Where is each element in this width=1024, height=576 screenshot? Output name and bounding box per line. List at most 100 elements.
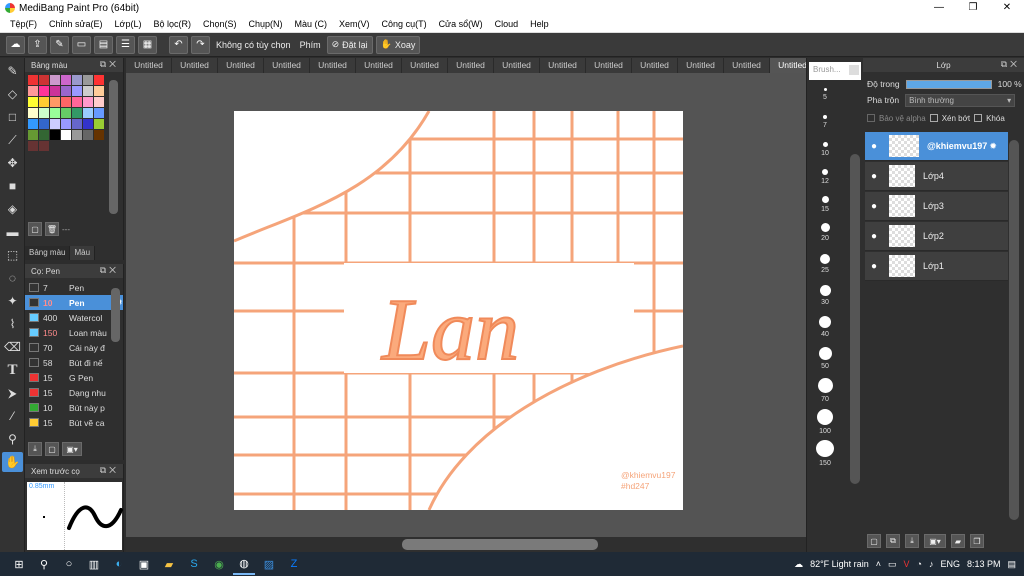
weather-icon[interactable]: ☁	[794, 559, 803, 570]
reset-button[interactable]: ⊘ Đặt lại	[326, 35, 373, 54]
brush-item[interactable]: 400 Watercol	[25, 310, 123, 325]
minimize-button[interactable]: —	[922, 0, 956, 16]
layer-scrollbar[interactable]	[1009, 140, 1019, 520]
document-tab[interactable]: Untitled	[678, 58, 724, 73]
file-explorer-icon[interactable]: ▰	[158, 553, 180, 575]
duplicate-layer-icon[interactable]: ⧉	[886, 534, 900, 548]
menu-color[interactable]: Màu (C)	[289, 19, 334, 29]
panel-controls[interactable]: ⧉✕	[1001, 59, 1020, 70]
magic-wand-tool-icon[interactable]: ✦	[2, 291, 23, 311]
layer-item[interactable]: ● Lớp2	[865, 222, 1008, 251]
color-swatch[interactable]	[28, 141, 38, 151]
protect-alpha-checkbox[interactable]	[867, 114, 875, 122]
eyedropper-tool-icon[interactable]: ⚲	[2, 429, 23, 449]
windows-start-icon[interactable]: ⊞	[8, 553, 30, 575]
delete-layer-icon[interactable]: ❐	[970, 534, 984, 548]
cortana-icon[interactable]: ○	[58, 553, 80, 575]
color-swatch[interactable]	[61, 86, 71, 96]
select-eraser-tool-icon[interactable]: ⌫	[2, 337, 23, 357]
panel-controls[interactable]: ⧉✕	[100, 465, 119, 476]
visibility-eye-icon[interactable]: ●	[865, 141, 883, 152]
color-swatch[interactable]	[83, 97, 93, 107]
bucket-tool-icon[interactable]: ◈	[2, 199, 23, 219]
text-tool-icon[interactable]: T	[2, 360, 23, 380]
brush-size-option[interactable]: 30	[807, 281, 843, 312]
color-swatch[interactable]	[28, 130, 38, 140]
chevron-up-icon[interactable]: ˄	[876, 559, 881, 569]
brush-item[interactable]: 15 Bút vẽ ca	[25, 415, 123, 430]
color-swatch[interactable]	[39, 75, 49, 85]
color-swatch[interactable]	[72, 86, 82, 96]
color-swatch[interactable]	[94, 108, 104, 118]
skype-icon[interactable]: S	[183, 553, 205, 575]
color-swatch[interactable]	[72, 108, 82, 118]
menu-layer[interactable]: Lớp(L)	[109, 19, 148, 29]
brush-size-option[interactable]: 25	[807, 250, 843, 281]
layer-item[interactable]: ● @khiemvu197 ✹	[865, 132, 1008, 161]
color-swatch[interactable]	[50, 130, 60, 140]
select-pen-tool-icon[interactable]: ⌇	[2, 314, 23, 334]
speech-bubble-icon[interactable]: ▭	[72, 35, 91, 54]
layer-item[interactable]: ● Lớp1	[865, 252, 1008, 281]
color-swatch[interactable]	[61, 130, 71, 140]
new-swatch-icon[interactable]: ▢	[28, 222, 42, 236]
language-indicator[interactable]: ENG	[940, 559, 960, 569]
brush-size-option[interactable]: 7	[807, 111, 843, 138]
layer-item[interactable]: ● Lớp4	[865, 162, 1008, 191]
layer-item[interactable]: ● Lớp3	[865, 192, 1008, 221]
brush-size-option[interactable]: 100	[807, 405, 843, 436]
brush-tool-icon[interactable]: ✎	[2, 61, 23, 81]
color-swatch[interactable]	[94, 86, 104, 96]
lock-checkbox[interactable]	[974, 114, 983, 122]
color-swatch[interactable]	[50, 86, 60, 96]
brush-item[interactable]: 15 G Pen	[25, 370, 123, 385]
color-swatch[interactable]	[94, 130, 104, 140]
brush-size-option[interactable]: 15	[807, 192, 843, 219]
grid-icon[interactable]: ▦	[138, 35, 157, 54]
zalo-icon[interactable]: Z	[283, 553, 305, 575]
color-swatch[interactable]	[39, 86, 49, 96]
operation-tool-icon[interactable]: ⮞	[2, 383, 23, 403]
brush-size-option[interactable]: 20	[807, 219, 843, 250]
color-swatch[interactable]	[28, 75, 38, 85]
fill-rect-tool-icon[interactable]: ■	[2, 176, 23, 196]
brush-size-close-icon[interactable]	[849, 65, 859, 75]
brush-size-scrollbar[interactable]	[850, 154, 860, 484]
document-tab[interactable]: Untitled	[218, 58, 264, 73]
color-swatch[interactable]	[39, 97, 49, 107]
folder-icon[interactable]: ▰	[951, 534, 965, 548]
divide-tool-icon[interactable]: ⁄	[2, 406, 23, 426]
document-tab[interactable]: Untitled	[540, 58, 586, 73]
document-tab[interactable]: Untitled	[172, 58, 218, 73]
color-swatch[interactable]	[83, 86, 93, 96]
color-swatch[interactable]	[39, 141, 49, 151]
panel-controls[interactable]: ⧉✕	[100, 59, 119, 70]
menu-select[interactable]: Chọn(S)	[197, 19, 243, 29]
color-swatch[interactable]	[39, 108, 49, 118]
menu-tools[interactable]: Công cụ(T)	[376, 19, 433, 29]
color-swatch[interactable]	[39, 130, 49, 140]
hand-tool-icon[interactable]: ✋	[2, 452, 23, 472]
document-tab[interactable]: Untitled	[724, 58, 770, 73]
brush-item[interactable]: 70 Cái này đ	[25, 340, 123, 355]
menu-edit[interactable]: Chỉnh sửa(E)	[43, 19, 109, 29]
color-swatch[interactable]	[50, 97, 60, 107]
menu-snap[interactable]: Chụp(N)	[243, 19, 289, 29]
color-swatch[interactable]	[83, 75, 93, 85]
menu-window[interactable]: Cửa sổ(W)	[433, 19, 489, 29]
comment-icon[interactable]: ✎	[50, 35, 69, 54]
blend-mode-select[interactable]: Bình thường ▾	[905, 93, 1016, 107]
clipping-checkbox[interactable]	[929, 114, 938, 122]
color-swatch[interactable]	[28, 119, 38, 129]
new-layer-icon[interactable]: ▢	[867, 534, 881, 548]
color-swatch[interactable]	[83, 119, 93, 129]
clock[interactable]: 8:13 PM	[967, 559, 1001, 569]
color-panel-scrollbar[interactable]	[109, 80, 118, 214]
weather-text[interactable]: 82°F Light rain	[810, 559, 869, 569]
color-swatch[interactable]	[72, 119, 82, 129]
brush-item[interactable]: 10Pen✹	[25, 295, 123, 310]
photos-icon[interactable]: ▨	[258, 553, 280, 575]
medibang-taskbar-icon[interactable]: ◍	[233, 553, 255, 575]
brush-menu-icon[interactable]: ▣▾	[62, 442, 82, 456]
redo-icon[interactable]: ↷	[191, 35, 210, 54]
